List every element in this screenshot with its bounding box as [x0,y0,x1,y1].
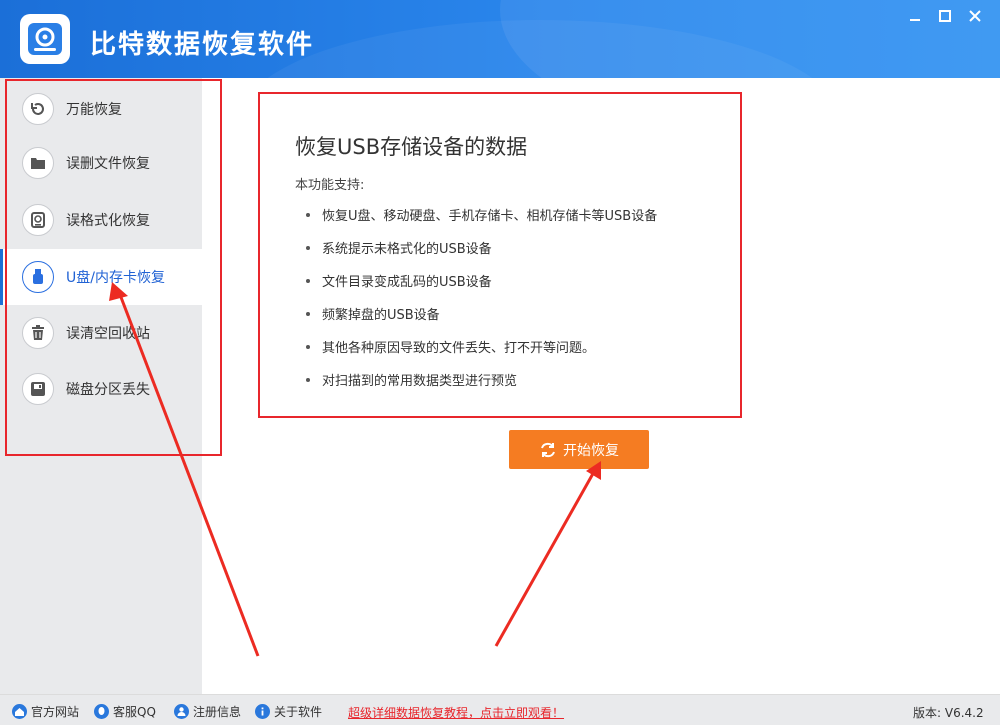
close-button[interactable] [960,4,990,28]
status-bar: 官方网站 客服QQ 注册信息 关于软件 超级详细数据恢复教程，点击立即观看！ 版… [0,694,1000,725]
bullet-icon [306,344,310,349]
feature-intro: 本功能支持: [295,178,365,193]
sidebar-item-label: U盘/内存卡恢复 [66,270,165,286]
feature-text: 恢复U盘、移动硬盘、手机存储卡、相机存储卡等USB设备 [322,209,658,224]
registration-info-link[interactable]: 注册信息 [174,702,241,720]
sidebar: 万能恢复 误删文件恢复 误格式化恢复 U盘/内存卡恢复 误清空回收站 磁盘分区丢… [0,78,202,694]
feature-text: 文件目录变成乱码的USB设备 [322,275,492,290]
folder-icon [22,147,54,179]
minimize-button[interactable] [900,4,930,28]
bullet-icon [306,278,310,283]
registration-info-label: 注册信息 [193,704,242,719]
bullet-icon [306,377,310,382]
app-logo-icon [28,23,62,55]
maximize-icon [939,10,951,22]
window-controls [900,4,990,28]
official-site-link[interactable]: 官方网站 [12,702,79,720]
list-item: 恢复U盘、移动硬盘、手机存储卡、相机存储卡等USB设备 [306,205,657,224]
qq-icon [94,703,109,719]
support-qq-link[interactable]: 客服QQ [94,702,156,720]
app-logo [20,14,70,64]
bullet-icon [306,212,310,217]
start-recovery-button[interactable]: 开始恢复 [509,430,649,469]
version-label: 版本: V6.4.2 [913,706,984,720]
arrow-to-start-button [494,461,601,647]
refresh-icon [541,442,555,457]
close-icon [969,10,981,22]
sidebar-item-deleted-files[interactable]: 误删文件恢复 [0,135,202,191]
tutorial-promo-link[interactable]: 超级详细数据恢复教程，点击立即观看！ [348,704,564,721]
maximize-button[interactable] [930,4,960,28]
sidebar-item-recycle-bin[interactable]: 误清空回收站 [0,305,202,361]
sidebar-item-partition-loss[interactable]: 磁盘分区丢失 [0,361,202,417]
official-site-label: 官方网站 [31,704,80,719]
list-item: 频繁掉盘的USB设备 [306,304,440,323]
sidebar-item-usb-recovery[interactable]: U盘/内存卡恢复 [0,249,202,305]
sidebar-item-universal-recovery[interactable]: 万能恢复 [0,81,202,137]
bullet-icon [306,311,310,316]
list-item: 系统提示未格式化的USB设备 [306,238,492,257]
about-software-link[interactable]: 关于软件 [255,702,322,720]
usb-drive-icon [22,261,54,293]
undo-icon [22,93,54,125]
page-title: 恢复USB存储设备的数据 [295,135,528,159]
sidebar-item-label: 误清空回收站 [66,326,150,342]
support-qq-label: 客服QQ [113,704,156,719]
bullet-icon [306,245,310,250]
sidebar-item-label: 误格式化恢复 [66,213,150,229]
user-icon [174,703,189,719]
sidebar-item-label: 磁盘分区丢失 [66,382,150,398]
sidebar-item-format-recovery[interactable]: 误格式化恢复 [0,192,202,248]
format-disk-icon [22,204,54,236]
list-item: 对扫描到的常用数据类型进行预览 [306,370,517,389]
feature-text: 频繁掉盘的USB设备 [322,308,440,323]
feature-text: 系统提示未格式化的USB设备 [322,242,492,257]
title-bar: 比特数据恢复软件 [0,0,1000,78]
home-icon [12,703,27,719]
feature-text: 其他各种原因导致的文件丢失、打不开等问题。 [322,341,596,356]
minimize-icon [910,19,920,21]
sidebar-item-label: 误删文件恢复 [66,156,150,172]
list-item: 文件目录变成乱码的USB设备 [306,271,492,290]
app-title: 比特数据恢复软件 [90,30,315,60]
start-recovery-label: 开始恢复 [563,442,619,459]
feature-text: 对扫描到的常用数据类型进行预览 [322,374,518,389]
info-icon [255,703,270,719]
about-software-label: 关于软件 [274,704,323,719]
trash-icon [22,317,54,349]
sidebar-item-label: 万能恢复 [66,102,122,118]
disk-icon [22,373,54,405]
list-item: 其他各种原因导致的文件丢失、打不开等问题。 [306,337,595,356]
